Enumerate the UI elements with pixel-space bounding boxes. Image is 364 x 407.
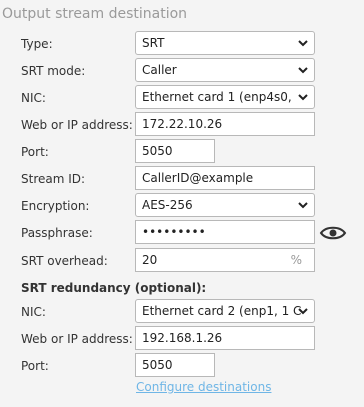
- srt-mode-row: SRT mode: Caller: [21, 58, 351, 84]
- section-title: Output stream destination: [2, 6, 188, 22]
- srt-mode-value: Caller: [142, 63, 177, 77]
- chevron-down-icon: [298, 308, 308, 315]
- eye-icon[interactable]: [319, 224, 347, 242]
- redundancy-port-label: Port:: [21, 359, 49, 373]
- nic-value: Ethernet card 1 (enp4s0,: [142, 90, 292, 104]
- address-input[interactable]: 172.22.10.26: [135, 112, 315, 136]
- passphrase-row: Passphrase: •••••••••: [21, 220, 351, 246]
- encryption-value: AES-256: [142, 198, 193, 212]
- srt-mode-label: SRT mode:: [21, 64, 86, 78]
- nic-label: NIC:: [21, 91, 46, 105]
- encryption-select[interactable]: AES-256: [135, 193, 315, 217]
- address-row: Web or IP address: 172.22.10.26: [21, 112, 351, 138]
- stream-id-row: Stream ID: CallerID@example: [21, 166, 351, 192]
- redundancy-port-input[interactable]: 5050: [135, 353, 215, 377]
- chevron-down-icon: [298, 94, 308, 101]
- passphrase-label: Passphrase:: [21, 226, 93, 240]
- type-select[interactable]: SRT: [135, 31, 315, 55]
- port-input[interactable]: 5050: [135, 139, 215, 163]
- passphrase-input[interactable]: •••••••••: [135, 220, 315, 244]
- overhead-value: 20: [142, 253, 158, 267]
- encryption-row: Encryption: AES-256: [21, 193, 351, 219]
- chevron-down-icon: [298, 40, 308, 47]
- nic-select[interactable]: Ethernet card 1 (enp4s0,: [135, 85, 315, 109]
- percent-unit: %: [290, 253, 302, 267]
- redundancy-nic-value: Ethernet card 2 (enp1, 1 C: [142, 304, 302, 318]
- redundancy-address-label: Web or IP address:: [21, 332, 133, 346]
- overhead-row: SRT overhead: 20 %: [21, 248, 351, 274]
- redundancy-port-row: Port: 5050: [21, 353, 351, 379]
- redundancy-nic-label: NIC:: [21, 305, 46, 319]
- redundancy-nic-select[interactable]: Ethernet card 2 (enp1, 1 C: [135, 299, 315, 323]
- type-label: Type:: [21, 37, 53, 51]
- srt-mode-select[interactable]: Caller: [135, 58, 315, 82]
- stream-id-label: Stream ID:: [21, 172, 86, 186]
- redundancy-address-row: Web or IP address: 192.168.1.26: [21, 326, 351, 352]
- chevron-down-icon: [298, 202, 308, 209]
- nic-row: NIC: Ethernet card 1 (enp4s0,: [21, 85, 351, 111]
- redundancy-address-input[interactable]: 192.168.1.26: [135, 326, 315, 350]
- type-value: SRT: [142, 36, 165, 50]
- chevron-down-icon: [298, 67, 308, 74]
- port-row: Port: 5050: [21, 139, 351, 165]
- encryption-label: Encryption:: [21, 199, 90, 213]
- stream-id-input[interactable]: CallerID@example: [135, 166, 315, 190]
- configure-destinations-link[interactable]: Configure destinations: [136, 380, 271, 394]
- port-label: Port:: [21, 145, 49, 159]
- address-label: Web or IP address:: [21, 118, 133, 132]
- redundancy-heading: SRT redundancy (optional):: [21, 281, 207, 295]
- type-row: Type: SRT: [21, 31, 351, 57]
- redundancy-nic-row: NIC: Ethernet card 2 (enp1, 1 C: [21, 299, 351, 325]
- overhead-input[interactable]: 20 %: [135, 248, 315, 272]
- overhead-label: SRT overhead:: [21, 254, 108, 268]
